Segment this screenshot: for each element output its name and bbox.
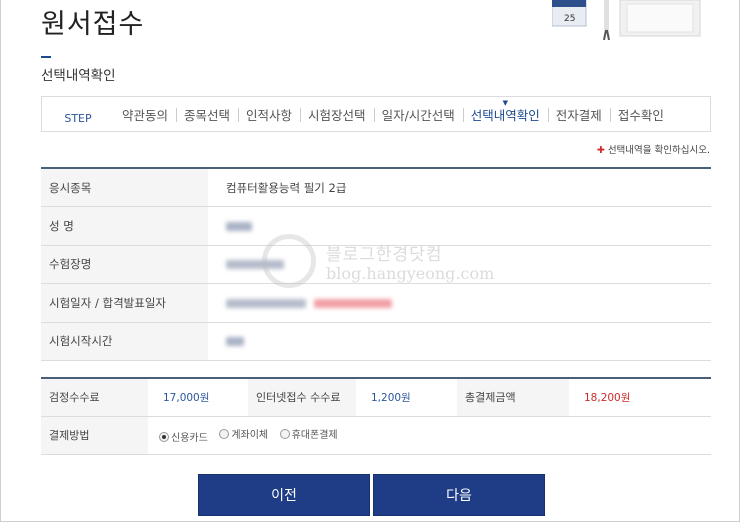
table-row: 응시종목 컴퓨터활용능력 필기 2급 [41, 168, 711, 207]
step-navigation: STEP 약관동의 종목선택 인적사항 시험장선택 일자/시간선택 ▼ 선택내역확… [41, 96, 711, 132]
internet-fee-label: 인터넷접수 수수료 [248, 378, 356, 417]
radio-credit-card[interactable]: 신용카드 [159, 429, 208, 444]
header-illustration: 25 [552, 0, 701, 40]
total-amount-value: 18,200원 [569, 378, 711, 417]
exam-date-label: 시험일자 / 합격발표일자 [41, 283, 208, 323]
radio-bank-transfer[interactable]: 계좌이체 [219, 426, 268, 441]
exam-type-label: 응시종목 [41, 168, 208, 207]
next-button[interactable]: 다음 [373, 474, 545, 516]
exam-site-value [208, 245, 711, 284]
section-title: 선택내역확인 [41, 68, 116, 84]
page-title: 원서접수 [41, 9, 145, 40]
selection-summary-table: 응시종목 컴퓨터활용능력 필기 2급 성 명 수험장명 시험일자 / 합격발표일… [41, 167, 711, 361]
exam-type-value: 컴퓨터활용능력 필기 2급 [208, 168, 711, 207]
start-time-label: 시험시작시간 [41, 322, 208, 361]
table-row: 성 명 [41, 206, 711, 246]
prev-button[interactable]: 이전 [198, 474, 370, 516]
radio-empty-icon [279, 428, 290, 439]
step-confirm-selection: ▼ 선택내역확인 [462, 97, 548, 131]
exam-date-value [208, 283, 711, 323]
step-personal-info: 인적사항 [238, 97, 300, 131]
exam-fee-label: 검정수수료 [41, 378, 148, 417]
payment-method-label: 결제방법 [41, 416, 148, 455]
step-receipt-check: 접수확인 [609, 97, 672, 131]
radio-mobile-payment[interactable]: 휴대폰결제 [279, 426, 338, 441]
step-label: STEP [64, 111, 92, 125]
payment-table: 검정수수료 17,000원 인터넷접수 수수료 1,200원 총결제금액 18,… [41, 377, 711, 455]
title-accent-bar [41, 56, 51, 58]
name-label: 성 명 [41, 206, 208, 246]
instruction-note: ✚ 선택내역을 확인하십시오. [596, 145, 710, 156]
table-row: 시험일자 / 합격발표일자 [41, 283, 711, 323]
step-exam-site: 시험장선택 [300, 97, 374, 131]
radio-selected-icon [159, 431, 169, 442]
step-terms: 약관동의 [122, 107, 169, 123]
table-row: 검정수수료 17,000원 인터넷접수 수수료 1,200원 총결제금액 18,… [41, 378, 711, 417]
table-row: 수험장명 [41, 245, 711, 284]
step-payment: 전자결제 [547, 97, 610, 131]
step-exam-type: 종목선택 [176, 97, 238, 131]
current-step-caret-icon: ▼ [502, 99, 508, 107]
payment-method-options: 신용카드 계좌이체 휴대폰결제 [148, 416, 711, 455]
table-row: 시험시작시간 [41, 322, 711, 361]
exam-site-label: 수험장명 [41, 245, 208, 284]
total-amount-label: 총결제금액 [457, 378, 569, 417]
name-value [208, 206, 711, 246]
table-row: 결제방법 신용카드 계좌이체 휴대폰결제 [41, 416, 711, 455]
internet-fee-value: 1,200원 [356, 378, 457, 417]
calendar-day: 25 [564, 14, 575, 24]
bullet-mark-icon: ✚ [596, 145, 605, 156]
step-date-time: 일자/시간선택 [373, 97, 463, 131]
radio-empty-icon [219, 428, 230, 439]
start-time-value [208, 322, 711, 361]
exam-fee-value: 17,000원 [148, 378, 248, 417]
